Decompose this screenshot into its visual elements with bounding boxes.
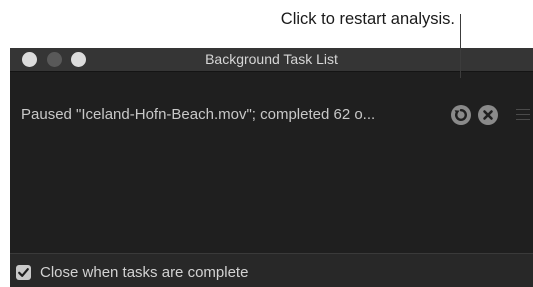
callout-leader-line [460, 14, 461, 78]
restart-analysis-button[interactable] [451, 105, 471, 125]
background-task-window: Background Task List Paused "Iceland-Hof… [10, 48, 533, 287]
title-bar[interactable]: Background Task List [10, 48, 533, 72]
restart-icon [454, 109, 467, 121]
drag-handle-icon[interactable] [516, 109, 530, 121]
task-row: Paused "Iceland-Hofn-Beach.mov"; complet… [10, 72, 533, 168]
stop-icon [483, 110, 493, 120]
window-title: Background Task List [205, 51, 338, 67]
stop-task-button[interactable] [478, 105, 498, 125]
close-when-complete-checkbox[interactable] [16, 265, 31, 280]
checkmark-icon [18, 268, 29, 277]
close-when-complete-label[interactable]: Close when tasks are complete [40, 264, 248, 281]
task-status-text: Paused "Iceland-Hofn-Beach.mov"; complet… [21, 106, 376, 123]
footer-bar: Close when tasks are complete [10, 253, 533, 287]
callout-caption: Click to restart analysis. [280, 10, 455, 28]
